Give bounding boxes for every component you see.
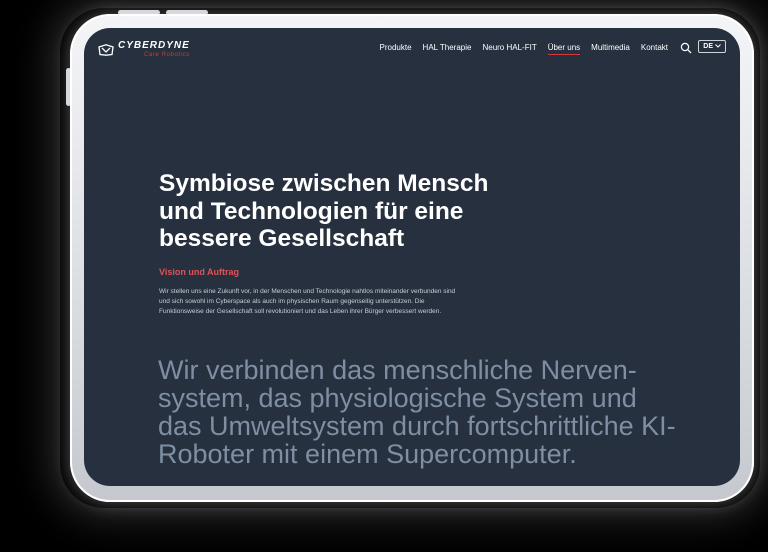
hero-body: Wir stellen uns eine Zukunft vor, in der… [159,288,456,315]
nav-item-ueber-uns[interactable]: Über uns [547,43,581,55]
hero-subtitle: Vision und Auftrag [159,267,239,277]
chevron-down-icon [715,43,721,50]
logo-tagline: Care Robotics [143,52,190,58]
cyberdyne-logo[interactable]: CYBERDYNE Care Robotics [98,41,190,58]
website-screen: CYBERDYNE Care Robotics Produkte HAL The… [84,28,740,486]
nav-item-kontakt[interactable]: Kontakt [641,43,668,52]
nav-item-produkte[interactable]: Produkte [380,43,412,52]
nav-item-neuro-hal-fit[interactable]: Neuro HAL-FIT [482,43,536,52]
nav-item-multimedia[interactable]: Multimedia [591,43,630,52]
main-nav: Produkte HAL Therapie Neuro HAL-FIT Über… [369,43,668,55]
language-select[interactable]: DE [698,40,726,53]
cyberdyne-logo-icon [98,43,114,56]
language-label: DE [703,43,713,50]
hero-statement: Wir verbinden das menschliche Nerven-sys… [158,355,676,469]
nav-item-hal-therapie[interactable]: HAL Therapie [423,43,472,52]
search-icon[interactable] [680,41,692,54]
logo-wordmark: CYBERDYNE [118,40,190,51]
hero-title: Symbiose zwischen Mensch und Technologie… [159,170,489,252]
